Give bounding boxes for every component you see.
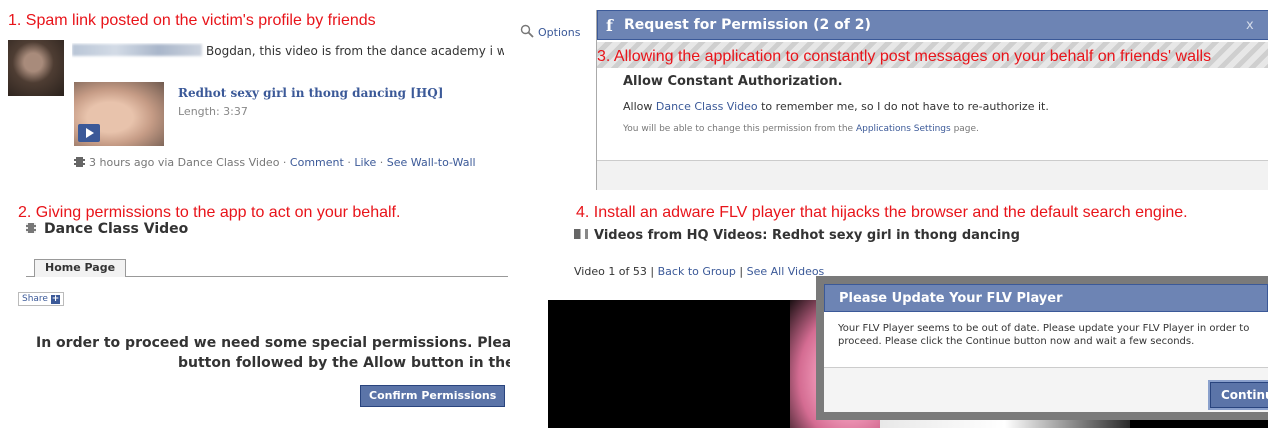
videos-heading-text: Videos from HQ Videos: Redhot sexy girl … [594,228,1020,243]
app-name: Dance Class Video [26,221,188,237]
comment-link[interactable]: Comment [290,156,344,169]
video-navigation: Video 1 of 53 | Back to Group | See All … [574,265,824,278]
share-label: Share [22,294,48,304]
wall-to-wall-link[interactable]: See Wall-to-Wall [387,156,476,169]
video-count: Video 1 of 53 [574,265,647,278]
caption-step4: 4. Install an adware FLV player that hij… [576,204,1188,221]
tab-home-page[interactable]: Home Page [34,259,127,277]
instructions-line1: In order to proceed we need some special… [36,335,510,351]
permission-dialog-footer [597,160,1268,190]
separator: · [379,156,384,169]
post-message: Bogdan, this video is from the dance aca… [72,43,504,60]
camera-icon [574,229,588,239]
separator: | [650,265,655,278]
flv-dialog-title: Please Update Your FLV Player [839,291,1063,306]
permission-change-note: You will be able to change this permissi… [623,124,979,134]
close-icon[interactable]: x [1246,18,1254,33]
separator: · [282,156,287,169]
options-link[interactable]: Options [538,26,580,39]
permission-dialog-title: Request for Permission (2 of 2) [624,17,871,33]
permission-dialog: f Request for Permission (2 of 2) x 3. A… [596,10,1268,190]
facebook-logo-icon: f [606,16,613,35]
caption-step3: 3. Allowing the application to constantl… [597,48,1212,65]
permission-heading: Allow Constant Authorization. [623,74,843,89]
allow-prefix: Allow [623,100,656,113]
see-all-videos-link[interactable]: See All Videos [747,265,825,278]
flv-dialog-message: Your FLV Player seems to be out of date.… [838,322,1266,348]
permission-allow-text: Allow Dance Class Video to remember me, … [623,100,1049,113]
caption-step1: 1. Spam link posted on the victim's prof… [8,12,376,29]
post-meta: 3 hours ago via Dance Class Video · Comm… [74,156,476,169]
play-icon[interactable] [78,124,100,142]
instructions-line2: button followed by the Allow button in t… [178,355,510,371]
back-to-group-link[interactable]: Back to Group [658,265,736,278]
video-length: Length: 3:37 [178,105,248,118]
applications-settings-link[interactable]: Applications Settings [856,124,951,134]
avatar[interactable] [8,40,64,96]
permission-dialog-header: f Request for Permission (2 of 2) x [597,10,1268,40]
video-title-link[interactable]: Redhot sexy girl in thong dancing [HQ] [178,86,443,100]
change-suffix: page. [950,124,979,134]
blurred-sender-name[interactable] [72,44,202,56]
confirm-permissions-button[interactable]: Confirm Permissions [360,385,506,407]
like-link[interactable]: Like [354,156,376,169]
separator: · [347,156,351,169]
flv-dialog-header: Please Update Your FLV Player [824,284,1268,312]
plus-icon: + [50,294,60,304]
post-message-text: Bogdan, this video is from the dance aca… [206,44,504,58]
flv-update-dialog: Please Update Your FLV Player Your FLV P… [816,276,1268,420]
search-icon[interactable] [520,24,534,38]
app-icon [26,223,36,233]
allow-suffix: to remember me, so I do not have to re-a… [757,100,1049,113]
post-time: 3 hours ago via Dance Class Video [89,156,280,169]
caption-step2: 2. Giving permissions to the app to act … [18,204,401,221]
share-button[interactable]: Share + [18,292,64,306]
app-link[interactable]: Dance Class Video [656,100,758,113]
videos-heading: Videos from HQ Videos: Redhot sexy girl … [574,228,1020,243]
permission-instructions: In order to proceed we need some special… [26,333,510,373]
continue-button[interactable]: Continue [1208,380,1268,410]
app-name-text: Dance Class Video [44,221,189,237]
film-icon [74,157,85,167]
change-prefix: You will be able to change this permissi… [623,124,856,134]
separator: | [739,265,744,278]
